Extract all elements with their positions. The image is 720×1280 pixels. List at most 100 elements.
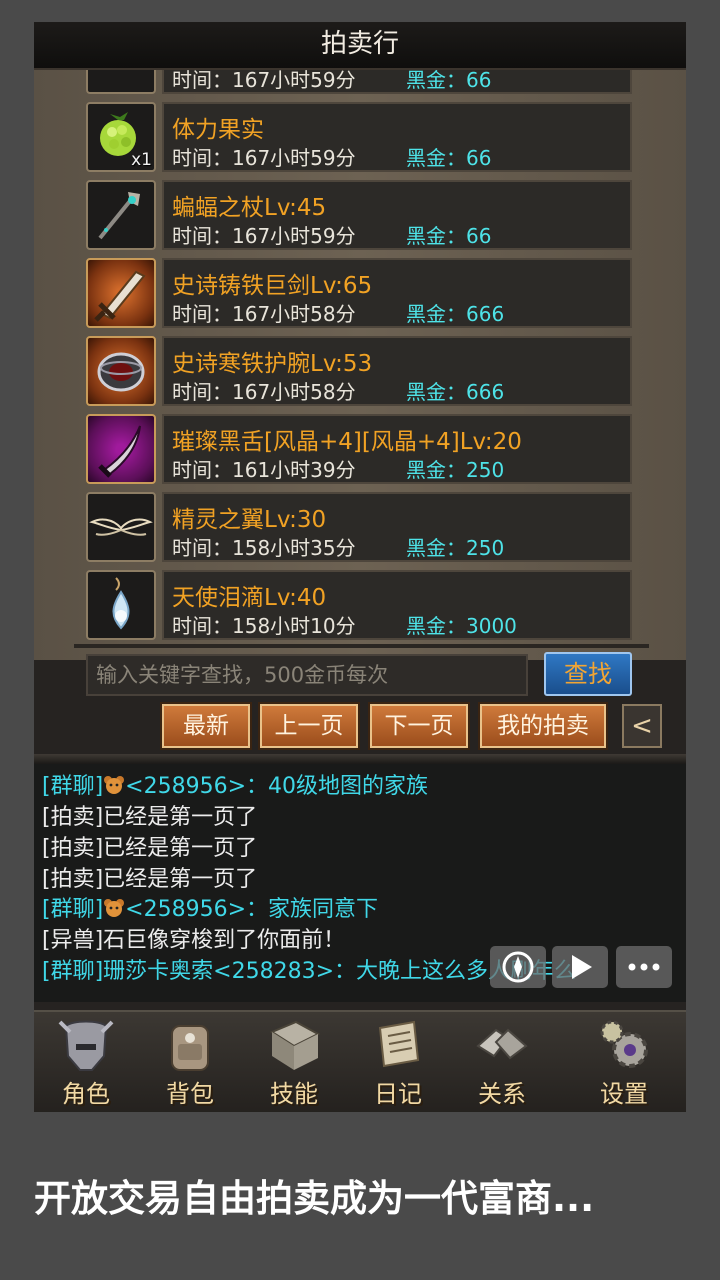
gears-icon bbox=[600, 1020, 648, 1068]
game-window: 拍卖行 时间：167小时59分 黑金：66 x1 体力果实 时间：167小时59… bbox=[34, 22, 686, 1112]
nav-label: 角色 bbox=[62, 1080, 110, 1108]
list-item[interactable]: 精灵之翼Lv:30 时间：158小时35分 黑金：250 bbox=[86, 492, 634, 564]
item-info: 天使泪滴Lv:40 时间：158小时10分 黑金：3000 bbox=[162, 570, 632, 640]
item-price: 黑金：666 bbox=[406, 302, 505, 326]
nav-backpack[interactable]: 背包 bbox=[140, 1012, 240, 1112]
auction-list[interactable]: 时间：167小时59分 黑金：66 x1 体力果实 时间：167小时59分 黑金… bbox=[86, 70, 634, 642]
list-item[interactable]: 史诗铸铁巨剑Lv:65 时间：167小时58分 黑金：666 bbox=[86, 258, 634, 330]
item-time: 时间：158小时10分 bbox=[172, 614, 356, 638]
chat-text: <258956>：家族同意下 bbox=[125, 897, 379, 922]
item-info: 史诗寒铁护腕Lv:53 时间：167小时58分 黑金：666 bbox=[162, 336, 632, 406]
page-title: 拍卖行 bbox=[34, 22, 686, 70]
chat-line: [异兽]石巨像穿梭到了你面前！ bbox=[42, 928, 346, 953]
berry-icon: x1 bbox=[86, 102, 156, 172]
nav-diary[interactable]: 日记 bbox=[348, 1012, 448, 1112]
chat-line: [拍卖]已经是第一页了 bbox=[42, 805, 258, 830]
item-info: 史诗铸铁巨剑Lv:65 时间：167小时58分 黑金：666 bbox=[162, 258, 632, 328]
nav-label: 背包 bbox=[166, 1080, 214, 1108]
search-input[interactable]: 输入关键字查找，500金币每次 bbox=[86, 654, 528, 696]
search-button[interactable]: 查找 bbox=[544, 652, 632, 696]
item-info: 蝙蝠之杖Lv:45 时间：167小时59分 黑金：66 bbox=[162, 180, 632, 250]
chat-divider bbox=[34, 754, 686, 764]
list-item[interactable]: x1 体力果实 时间：167小时59分 黑金：66 bbox=[86, 102, 634, 174]
item-time: 时间：167小时59分 bbox=[172, 224, 356, 248]
item-name: 史诗铸铁巨剑Lv:65 bbox=[172, 273, 373, 299]
nav-relations[interactable]: 关系 bbox=[452, 1012, 552, 1112]
item-name: 天使泪滴Lv:40 bbox=[172, 585, 327, 611]
more-chat-icon[interactable] bbox=[616, 946, 672, 988]
chat-channel-tag: [群聊] bbox=[42, 897, 104, 922]
list-item[interactable]: 璀璨黑舌[风晶+4][风晶+4]Lv:20 时间：161小时39分 黑金：250 bbox=[86, 414, 634, 486]
teardrop-icon bbox=[86, 570, 156, 640]
chat-line-partial bbox=[42, 984, 49, 1002]
nav-settings[interactable]: 设置 bbox=[574, 1012, 674, 1112]
wings-icon bbox=[86, 492, 156, 562]
bear-icon bbox=[104, 899, 125, 917]
item-name: 体力果实 bbox=[172, 117, 264, 143]
promo-caption: 开放交易自由拍卖成为一代富商... bbox=[34, 1177, 595, 1220]
blade-icon bbox=[86, 414, 156, 484]
pagination-bar: 最新 上一页 下一页 我的拍卖 < bbox=[162, 704, 682, 750]
bracer-icon bbox=[86, 336, 156, 406]
nav-label: 技能 bbox=[270, 1080, 318, 1108]
chat-text: <258956>：40级地图的家族 bbox=[125, 774, 429, 799]
list-item[interactable]: 天使泪滴Lv:40 时间：158小时10分 黑金：3000 bbox=[86, 570, 634, 642]
item-time: 时间：167小时59分 bbox=[172, 146, 356, 170]
compass-icon[interactable] bbox=[490, 946, 546, 988]
item-time: 时间：161小时39分 bbox=[172, 458, 356, 482]
item-name: 史诗寒铁护腕Lv:53 bbox=[172, 351, 373, 377]
greatsword-icon bbox=[86, 258, 156, 328]
item-info: 璀璨黑舌[风晶+4][风晶+4]Lv:20 时间：161小时39分 黑金：250 bbox=[162, 414, 632, 484]
item-time: 时间：167小时58分 bbox=[172, 380, 356, 404]
nav-label: 设置 bbox=[600, 1080, 648, 1108]
item-price: 黑金：3000 bbox=[406, 614, 517, 638]
my-auctions-button[interactable]: 我的拍卖 bbox=[480, 704, 606, 748]
nav-role[interactable]: 角色 bbox=[36, 1012, 136, 1112]
prev-page-button[interactable]: 上一页 bbox=[260, 704, 358, 748]
item-price: 黑金：66 bbox=[406, 224, 492, 248]
item-price: 黑金：250 bbox=[406, 458, 505, 482]
handshake-icon bbox=[476, 1028, 528, 1060]
bear-icon bbox=[104, 776, 125, 794]
scroll-icon bbox=[378, 1020, 420, 1068]
item-time: 时间：158小时35分 bbox=[172, 536, 356, 560]
item-quantity: x1 bbox=[131, 150, 152, 170]
backpack-icon bbox=[171, 1025, 209, 1071]
back-button[interactable]: < bbox=[622, 704, 662, 748]
item-name: 璀璨黑舌[风晶+4][风晶+4]Lv:20 bbox=[172, 429, 522, 455]
item-time: 时间：167小时58分 bbox=[172, 302, 356, 326]
chat-line: [拍卖]已经是第一页了 bbox=[42, 867, 258, 892]
bottom-navigation: 角色 背包 技能 日记 关系 设置 bbox=[34, 1010, 686, 1112]
staff-icon bbox=[86, 180, 156, 250]
chat-line: [拍卖]已经是第一页了 bbox=[42, 836, 258, 861]
search-bar: 输入关键字查找，500金币每次 查找 bbox=[86, 652, 634, 702]
chat-line: [群聊] <258956>：40级地图的家族 bbox=[42, 768, 429, 799]
play-icon[interactable] bbox=[552, 946, 608, 988]
item-price: 黑金：250 bbox=[406, 536, 505, 560]
chat-channel-tag: [群聊] bbox=[42, 959, 104, 984]
chat-line: [群聊] <258956>：家族同意下 bbox=[42, 891, 379, 922]
item-price: 黑金：666 bbox=[406, 380, 505, 404]
chat-channel-tag: [群聊] bbox=[42, 774, 104, 799]
spellbook-icon bbox=[269, 1020, 321, 1070]
item-name: 精灵之翼Lv:30 bbox=[172, 507, 327, 533]
item-info: 体力果实 时间：167小时59分 黑金：66 bbox=[162, 102, 632, 172]
list-divider bbox=[74, 644, 649, 648]
helmet-icon bbox=[58, 1020, 114, 1071]
item-price: 黑金：66 bbox=[406, 70, 492, 92]
latest-button[interactable]: 最新 bbox=[162, 704, 250, 748]
item-info: 精灵之翼Lv:30 时间：158小时35分 黑金：250 bbox=[162, 492, 632, 562]
item-price: 黑金：66 bbox=[406, 146, 492, 170]
item-name: 蝙蝠之杖Lv:45 bbox=[172, 195, 327, 221]
item-info: 时间：167小时59分 黑金：66 bbox=[162, 70, 632, 94]
list-item[interactable]: 史诗寒铁护腕Lv:53 时间：167小时58分 黑金：666 bbox=[86, 336, 634, 408]
next-page-button[interactable]: 下一页 bbox=[370, 704, 468, 748]
list-item[interactable]: 蝙蝠之杖Lv:45 时间：167小时59分 黑金：66 bbox=[86, 180, 634, 252]
nav-label: 日记 bbox=[374, 1080, 422, 1108]
nav-label: 关系 bbox=[478, 1080, 526, 1108]
list-item[interactable]: 时间：167小时59分 黑金：66 bbox=[86, 70, 634, 96]
nav-skills[interactable]: 技能 bbox=[244, 1012, 344, 1112]
auction-list-panel: 时间：167小时59分 黑金：66 x1 体力果实 时间：167小时59分 黑金… bbox=[34, 70, 686, 660]
item-time: 时间：167小时59分 bbox=[172, 70, 356, 92]
item-icon bbox=[86, 70, 156, 94]
